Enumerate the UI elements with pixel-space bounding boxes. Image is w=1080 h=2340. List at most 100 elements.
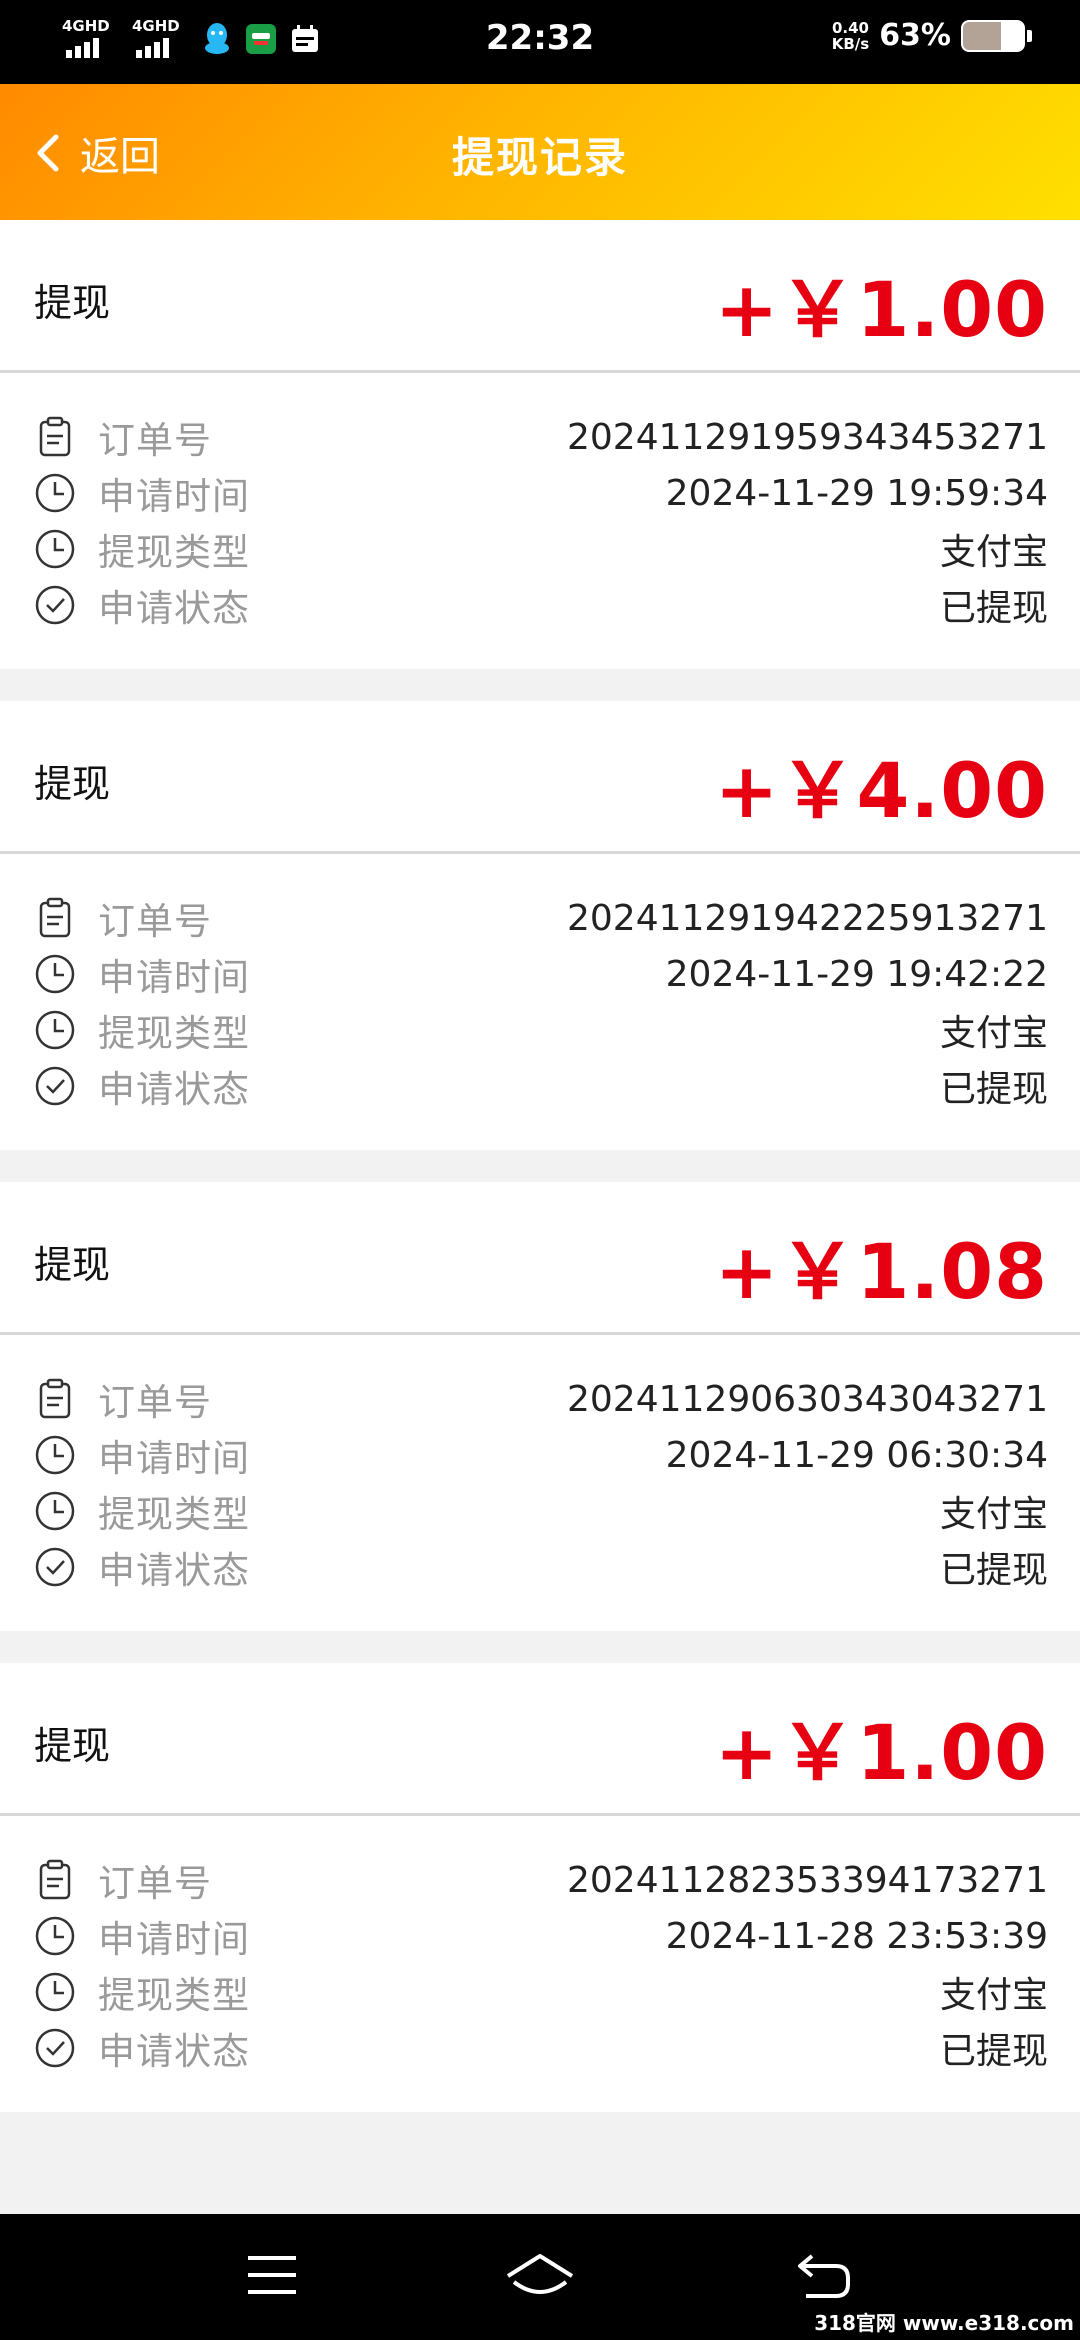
- status-bar: 4GHD 4GHD 22:32 0.40 KB/s 63%: [0, 0, 1080, 84]
- apply-time-value: 2024-11-29 19:42:22: [665, 953, 1048, 995]
- withdraw-type-label: 提现类型: [98, 1974, 250, 2017]
- order-number-row: 订单号 202411291942225913271: [34, 890, 1048, 946]
- apply-status-row: 申请状态 已提现: [34, 2020, 1048, 2076]
- record-details: 订单号 202411290630343043271 申请时间 2024-11-2…: [0, 1335, 1080, 1631]
- battery-cap: [1027, 29, 1032, 42]
- order-number-row: 订单号 202411290630343043271: [34, 1371, 1048, 1427]
- network-speed-value: 0.40: [831, 18, 869, 37]
- apply-time-value: 2024-11-29 06:30:34: [665, 1434, 1048, 1476]
- apply-time-label: 申请时间: [98, 475, 250, 518]
- clock-icon: [34, 1009, 76, 1051]
- withdraw-type-label: 提现类型: [98, 1493, 250, 1536]
- withdraw-type-value: 支付宝: [939, 1494, 1048, 1535]
- apply-status-label: 申请状态: [98, 1549, 250, 1592]
- network-speed: 0.40 KB/s: [832, 20, 869, 52]
- apply-status-row: 申请状态 已提现: [34, 1539, 1048, 1595]
- apply-time-label: 申请时间: [98, 1437, 250, 1480]
- apply-status-value: 已提现: [939, 1069, 1048, 1110]
- apply-status-label: 申请状态: [98, 2030, 250, 2073]
- withdraw-type-row: 提现类型 支付宝: [34, 521, 1048, 577]
- withdraw-record-list: 提现 +￥1.00 订单号 202411291959343453271 申请时间…: [0, 220, 1080, 2144]
- clipboard-icon: [34, 1859, 76, 1901]
- clipboard-icon: [34, 897, 76, 939]
- apply-time-label: 申请时间: [98, 1918, 250, 1961]
- record-type: 提现: [34, 1724, 111, 1768]
- back-nav-button[interactable]: [796, 2252, 852, 2304]
- page-title: 提现记录: [451, 133, 628, 182]
- withdraw-type-row: 提现类型 支付宝: [34, 1964, 1048, 2020]
- withdraw-type-row: 提现类型 支付宝: [34, 1483, 1048, 1539]
- order-number-label: 订单号: [98, 1862, 212, 1905]
- clipboard-icon: [34, 416, 76, 458]
- record-header: 提现 +￥1.00: [0, 1663, 1080, 1816]
- clock-icon: [34, 528, 76, 570]
- record-details: 订单号 202411291942225913271 申请时间 2024-11-2…: [0, 854, 1080, 1150]
- apply-time-row: 申请时间 2024-11-29 06:30:34: [34, 1427, 1048, 1483]
- order-number-label: 订单号: [98, 900, 212, 943]
- withdraw-record-card[interactable]: 提现 +￥4.00 订单号 202411291942225913271 申请时间…: [0, 701, 1080, 1150]
- check-circle-icon: [34, 1546, 76, 1588]
- clock-icon: [34, 953, 76, 995]
- apply-status-value: 已提现: [939, 1550, 1048, 1591]
- apply-time-row: 申请时间 2024-11-29 19:42:22: [34, 946, 1048, 1002]
- record-header: 提现 +￥4.00: [0, 701, 1080, 854]
- app-header: 返回 提现记录: [0, 84, 1080, 220]
- withdraw-record-card[interactable]: 提现 +￥1.00 订单号 202411291959343453271 申请时间…: [0, 220, 1080, 669]
- clock-icon: [34, 1915, 76, 1957]
- order-number-label: 订单号: [98, 419, 212, 462]
- withdraw-record-card[interactable]: 提现 +￥1.08 订单号 202411290630343043271 申请时间…: [0, 1182, 1080, 1631]
- record-amount: +￥1.08: [714, 1227, 1048, 1316]
- order-number-label: 订单号: [98, 1381, 212, 1424]
- apply-status-row: 申请状态 已提现: [34, 1058, 1048, 1114]
- withdraw-type-value: 支付宝: [939, 1013, 1048, 1054]
- order-number-row: 订单号 202411282353394173271: [34, 1852, 1048, 1908]
- apply-time-value: 2024-11-29 19:59:34: [665, 472, 1048, 514]
- clock-icon: [34, 1971, 76, 2013]
- battery-icon: [961, 19, 1025, 52]
- clipboard-icon: [34, 1378, 76, 1420]
- apply-time-label: 申请时间: [98, 956, 250, 999]
- apply-status-label: 申请状态: [98, 1068, 250, 1111]
- apply-status-value: 已提现: [939, 2031, 1048, 2072]
- withdraw-type-label: 提现类型: [98, 531, 250, 574]
- home-icon: [506, 2254, 574, 2294]
- clock-icon: [34, 1490, 76, 1532]
- menu-icon: [248, 2256, 296, 2294]
- watermark: 318官网 www.e318.com: [814, 2311, 1074, 2335]
- menu-button[interactable]: [246, 2252, 298, 2302]
- order-number-value: 202411282353394173271: [567, 1859, 1048, 1901]
- system-nav-bar: 318官网 www.e318.com: [0, 2214, 1080, 2340]
- record-type: 提现: [34, 281, 111, 325]
- clock-icon: [34, 472, 76, 514]
- record-amount: +￥4.00: [714, 746, 1048, 835]
- record-details: 订单号 202411282353394173271 申请时间 2024-11-2…: [0, 1816, 1080, 2112]
- record-amount: +￥1.00: [714, 265, 1048, 354]
- withdraw-type-label: 提现类型: [98, 1012, 250, 1055]
- apply-time-row: 申请时间 2024-11-29 19:59:34: [34, 465, 1048, 521]
- apply-time-row: 申请时间 2024-11-28 23:53:39: [34, 1908, 1048, 1964]
- status-icons-right: 0.40 KB/s 63%: [832, 18, 1032, 53]
- back-arrow-icon: [798, 2254, 850, 2298]
- withdraw-record-card[interactable]: 提现 +￥1.00 订单号 202411282353394173271 申请时间…: [0, 1663, 1080, 2112]
- record-details: 订单号 202411291959343453271 申请时间 2024-11-2…: [0, 373, 1080, 669]
- apply-status-value: 已提现: [939, 588, 1048, 629]
- withdraw-type-value: 支付宝: [939, 1975, 1048, 2016]
- withdraw-type-row: 提现类型 支付宝: [34, 1002, 1048, 1058]
- battery-percent: 63%: [879, 18, 951, 53]
- apply-status-row: 申请状态 已提现: [34, 577, 1048, 633]
- check-circle-icon: [34, 584, 76, 626]
- withdraw-type-value: 支付宝: [939, 532, 1048, 573]
- check-circle-icon: [34, 1065, 76, 1107]
- apply-time-value: 2024-11-28 23:53:39: [665, 1915, 1048, 1957]
- order-number-row: 订单号 202411291959343453271: [34, 409, 1048, 465]
- clock-icon: [34, 1434, 76, 1476]
- record-header: 提现 +￥1.08: [0, 1182, 1080, 1335]
- network-speed-unit: KB/s: [831, 34, 870, 53]
- record-amount: +￥1.00: [714, 1708, 1048, 1797]
- order-number-value: 202411291942225913271: [567, 897, 1048, 939]
- home-button[interactable]: [504, 2252, 576, 2306]
- record-type: 提现: [34, 1243, 111, 1287]
- record-type: 提现: [34, 762, 111, 806]
- order-number-value: 202411290630343043271: [567, 1378, 1048, 1420]
- check-circle-icon: [34, 2027, 76, 2069]
